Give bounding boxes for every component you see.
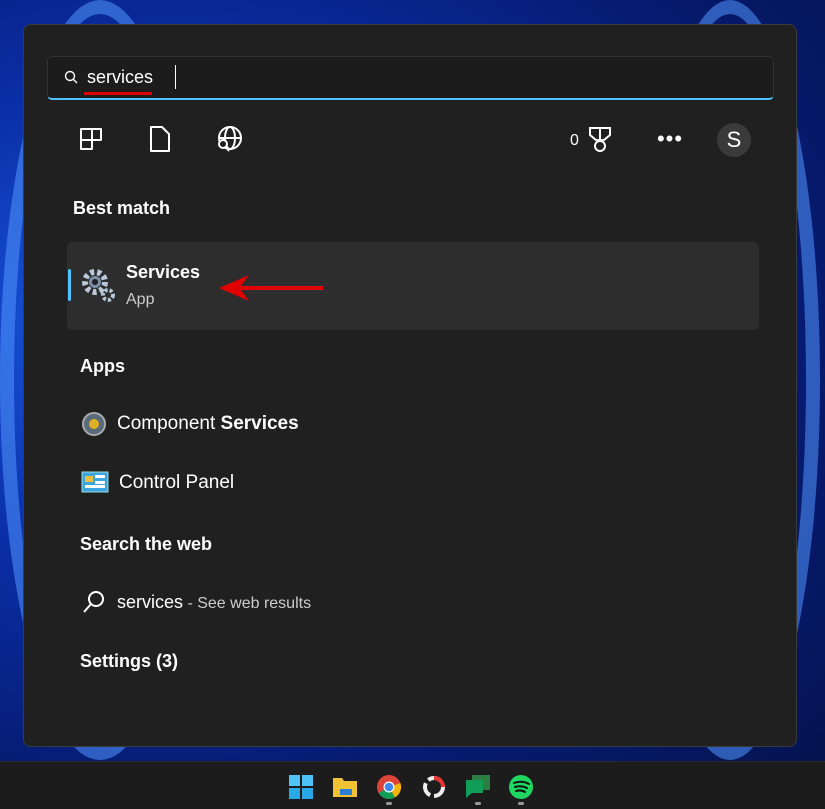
web-suffix: - See web results <box>183 595 311 612</box>
search-value: services <box>87 67 153 88</box>
search-input[interactable]: services <box>47 56 774 100</box>
services-gear-icon <box>80 267 118 305</box>
ellipsis-icon: ••• <box>657 126 683 152</box>
google-chat-icon[interactable] <box>465 774 491 800</box>
start-search-panel: services 0 ••• S Best match Services App… <box>23 24 797 747</box>
control-panel-icon <box>81 471 109 495</box>
apps-grid-icon <box>78 126 104 152</box>
component-services-icon <box>81 411 107 437</box>
user-avatar[interactable]: S <box>717 123 751 157</box>
file-explorer-icon[interactable] <box>332 774 358 800</box>
settings-heading[interactable]: Settings (3) <box>80 651 178 672</box>
app-ring-icon[interactable] <box>421 774 447 800</box>
best-match-heading: Best match <box>73 198 170 219</box>
more-options-button[interactable]: ••• <box>654 123 686 155</box>
running-indicator <box>386 802 392 805</box>
apps-heading: Apps <box>80 356 125 377</box>
annotation-underline <box>84 92 152 95</box>
search-web-heading: Search the web <box>80 534 212 555</box>
chrome-icon[interactable] <box>376 774 402 800</box>
best-match-subtitle: App <box>126 291 154 309</box>
search-icon <box>64 70 78 84</box>
text-caret <box>175 65 176 89</box>
apps-filter-button[interactable] <box>75 123 107 155</box>
best-match-title: Services <box>126 262 200 283</box>
web-filter-button[interactable] <box>213 123 245 155</box>
app-component-services[interactable]: Component Services <box>81 411 299 437</box>
app-control-panel[interactable]: Control Panel <box>81 471 234 495</box>
globe-search-icon <box>214 124 244 154</box>
web-search-result[interactable]: services - See web results <box>81 590 311 614</box>
best-match-services[interactable]: Services App <box>67 242 759 330</box>
search-icon <box>81 590 107 614</box>
rewards-button[interactable] <box>584 123 616 155</box>
spotify-icon[interactable] <box>508 774 534 800</box>
running-indicator <box>475 802 481 805</box>
annotation-arrow <box>219 273 325 303</box>
web-query: services <box>117 592 183 612</box>
taskbar <box>0 761 825 809</box>
medal-icon <box>587 125 613 153</box>
app-label: Control Panel <box>119 472 234 494</box>
avatar-letter: S <box>727 127 742 153</box>
rewards-points: 0 <box>570 132 579 150</box>
running-indicator <box>518 802 524 805</box>
app-label: Component Services <box>117 413 299 435</box>
windows-start-icon[interactable] <box>288 774 314 800</box>
selection-indicator <box>68 269 71 301</box>
documents-filter-button[interactable] <box>144 123 176 155</box>
document-icon <box>147 125 173 153</box>
